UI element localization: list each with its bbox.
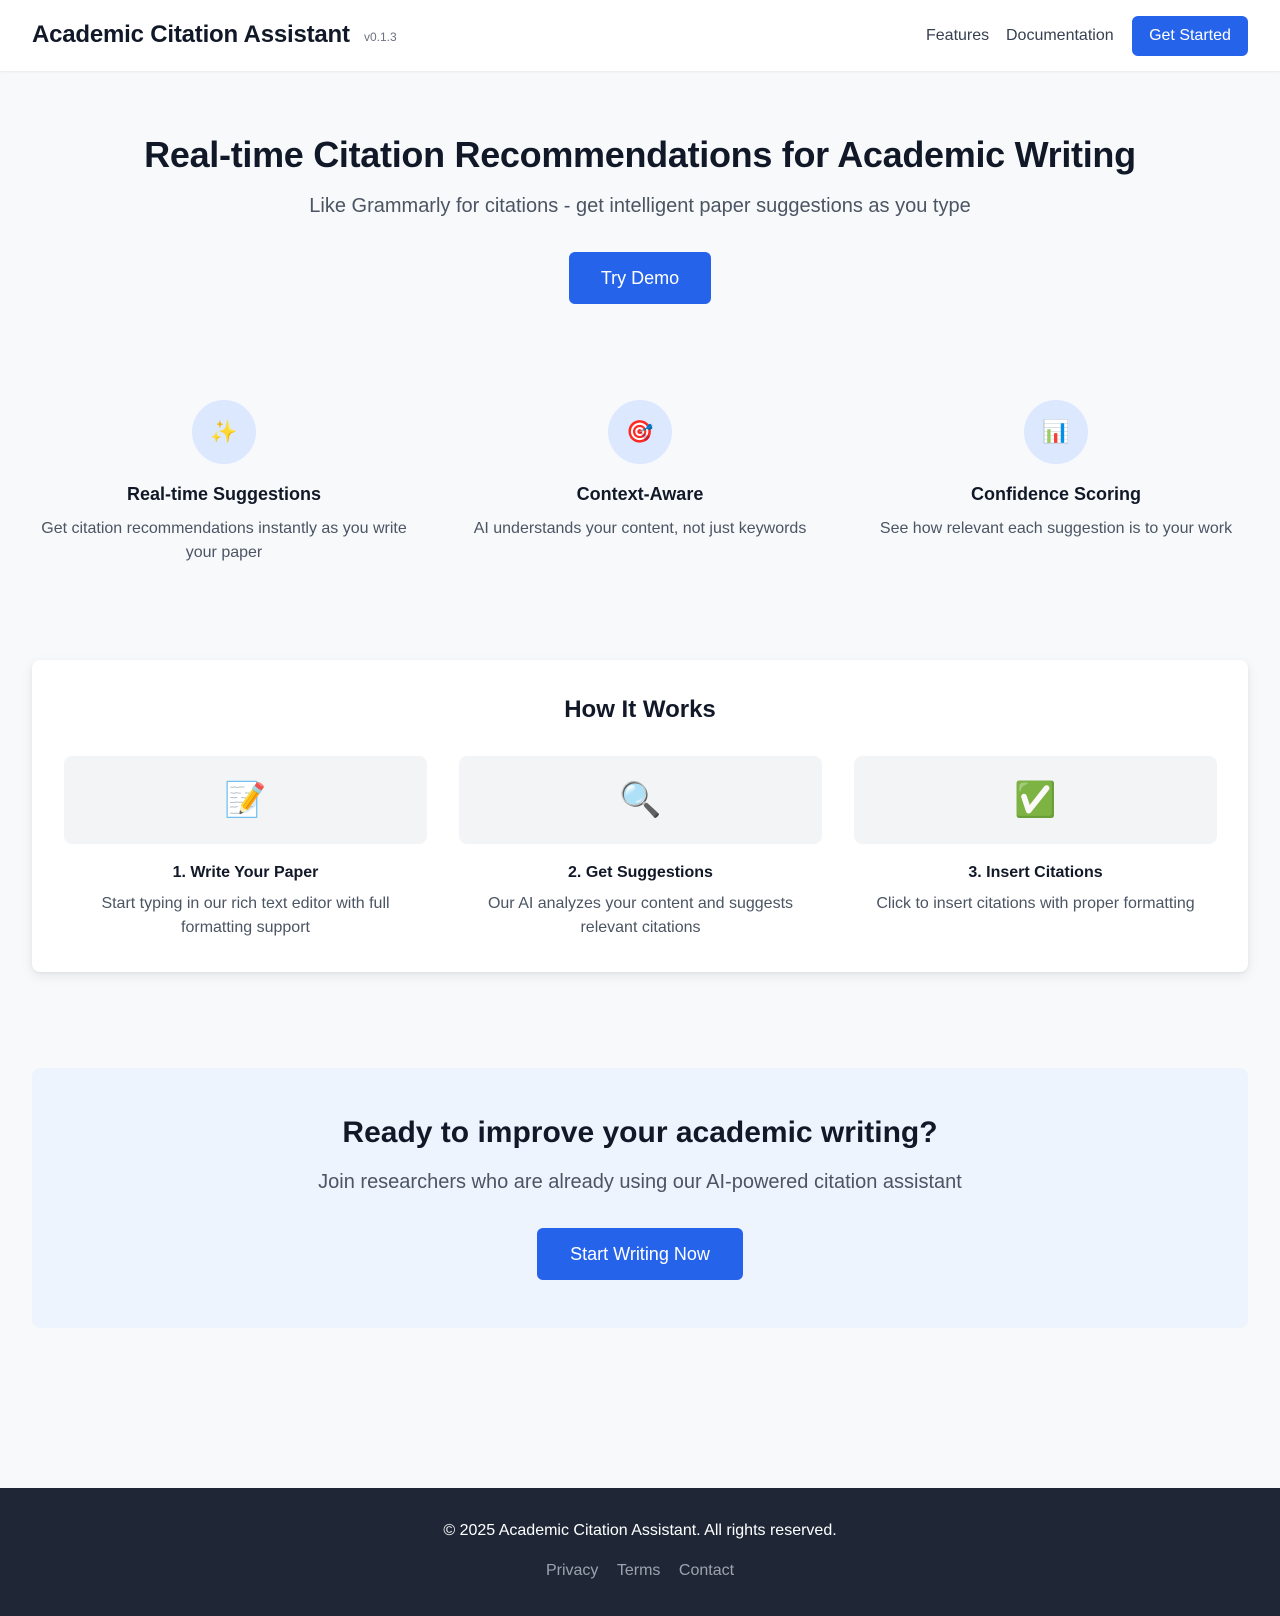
cta-section: Ready to improve your academic writing? … — [32, 1068, 1248, 1328]
top-navbar: Academic Citation Assistant v0.1.3 Featu… — [0, 0, 1280, 72]
step-card: ✅ 3. Insert Citations Click to insert ci… — [854, 756, 1217, 916]
check-mark-icon: ✅ — [854, 756, 1217, 844]
step-title: 2. Get Suggestions — [568, 864, 713, 881]
step-title: 1. Write Your Paper — [172, 864, 319, 881]
step-card: 🔍 2. Get Suggestions Our AI analyzes you… — [459, 756, 822, 940]
footer-link-privacy[interactable]: Privacy — [546, 1562, 598, 1580]
step-description: Our AI analyzes your content and suggest… — [487, 895, 794, 936]
get-started-button[interactable]: Get Started — [1132, 16, 1248, 56]
feature-card: ✨ Real-time Suggestions Get citation rec… — [32, 400, 416, 565]
step-description: Click to insert citations with proper fo… — [876, 895, 1195, 912]
step-title: 3. Insert Citations — [968, 864, 1103, 881]
bar-chart-icon: 📊 — [1024, 400, 1088, 464]
memo-icon: 📝 — [64, 756, 427, 844]
cta-title: Ready to improve your academic writing? — [342, 1116, 938, 1149]
footer-links: Privacy Terms Contact — [0, 1562, 1280, 1580]
feature-description: See how relevant each suggestion is to y… — [879, 520, 1233, 537]
feature-title: Confidence Scoring — [970, 484, 1141, 504]
start-writing-button[interactable]: Start Writing Now — [537, 1228, 743, 1280]
feature-title: Context-Aware — [576, 484, 704, 504]
nav-link-documentation[interactable]: Documentation — [1006, 27, 1114, 45]
copyright-text: © 2025 Academic Citation Assistant. All … — [443, 1522, 837, 1539]
brand-title[interactable]: Academic Citation Assistant — [32, 21, 350, 49]
step-card: 📝 1. Write Your Paper Start typing in ou… — [64, 756, 427, 940]
footer: © 2025 Academic Citation Assistant. All … — [0, 1488, 1280, 1616]
target-icon: 🎯 — [608, 400, 672, 464]
step-description: Start typing in our rich text editor wit… — [101, 895, 390, 936]
hero-subtitle: Like Grammarly for citations - get intel… — [309, 195, 971, 217]
how-it-works-title: How It Works — [564, 696, 716, 723]
try-demo-button[interactable]: Try Demo — [569, 252, 711, 304]
sparkles-icon: ✨ — [192, 400, 256, 464]
feature-title: Real-time Suggestions — [126, 484, 322, 504]
footer-link-contact[interactable]: Contact — [679, 1562, 734, 1580]
feature-card: 🎯 Context-Aware AI understands your cont… — [448, 400, 832, 541]
version-badge: v0.1.3 — [364, 30, 397, 44]
hero-title: Real-time Citation Recommendations for A… — [144, 134, 1136, 175]
feature-card: 📊 Confidence Scoring See how relevant ea… — [864, 400, 1248, 541]
magnifier-icon: 🔍 — [459, 756, 822, 844]
cta-subtitle: Join researchers who are already using o… — [318, 1171, 962, 1193]
nav-link-features[interactable]: Features — [926, 27, 989, 45]
feature-description: Get citation recommendations instantly a… — [41, 520, 407, 561]
feature-description: AI understands your content, not just ke… — [473, 520, 807, 537]
how-it-works-card: How It Works 📝 1. Write Your Paper Start… — [32, 660, 1248, 972]
footer-link-terms[interactable]: Terms — [617, 1562, 661, 1580]
